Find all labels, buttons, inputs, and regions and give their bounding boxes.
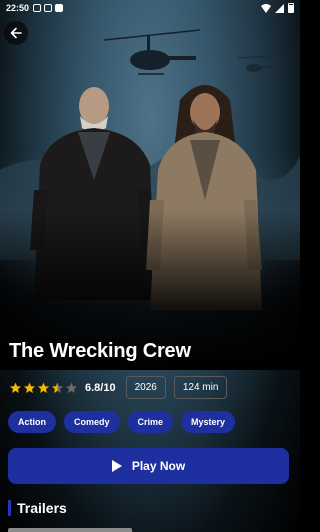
star-icon — [38, 382, 49, 393]
helicopter-icon — [103, 29, 201, 75]
youtube-icon — [55, 4, 64, 12]
trailers-heading: Trailers — [17, 500, 67, 516]
genre-chip[interactable]: Mystery — [181, 411, 236, 433]
trailers-section-header: Trailers — [8, 500, 67, 516]
star-icon — [66, 382, 77, 393]
section-accent-bar — [8, 500, 11, 516]
star-icon — [10, 382, 21, 393]
star-icon — [24, 382, 35, 393]
year-chip: 2026 — [125, 376, 166, 399]
back-button[interactable] — [4, 21, 28, 45]
movie-meta-row: 6.8/10 2026 124 min — [9, 376, 235, 399]
wifi-icon — [261, 3, 271, 13]
notification-icon — [33, 4, 42, 12]
play-now-button[interactable]: Play Now — [8, 448, 289, 484]
genre-chip[interactable]: Comedy — [64, 411, 120, 433]
genre-chip[interactable]: Crime — [127, 411, 174, 433]
star-icon — [52, 382, 63, 393]
rating-text: 6.8/10 — [85, 381, 116, 394]
movie-title: The Wrecking Crew — [9, 340, 191, 362]
notification-icon — [44, 4, 53, 12]
status-bar: 22:50 — [0, 0, 300, 16]
runtime-chip: 124 min — [173, 376, 228, 399]
genre-chip[interactable]: Action — [8, 411, 56, 433]
play-icon — [111, 460, 122, 472]
play-now-label: Play Now — [131, 459, 186, 473]
status-time: 22:50 — [6, 3, 30, 13]
signal-icon — [275, 3, 284, 13]
genre-list: Action Comedy Crime Mystery — [8, 411, 236, 433]
arrow-left-icon — [10, 27, 22, 39]
rating-stars — [9, 382, 78, 394]
battery-icon — [288, 3, 294, 13]
trailer-thumbnail[interactable] — [8, 528, 132, 532]
